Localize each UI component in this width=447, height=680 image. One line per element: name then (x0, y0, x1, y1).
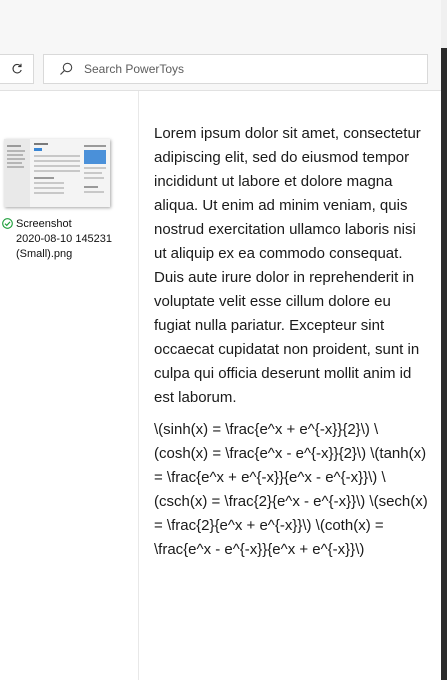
file-thumbnail[interactable] (4, 139, 110, 207)
file-name-line: (Small).png (16, 248, 73, 260)
preview-math-paragraph: \(sinh(x) = \frac{e^x + e^{-x}}{2}\) \(c… (154, 421, 428, 558)
background-window-edge (441, 0, 447, 680)
file-list-pane: Screenshot 2020-08-10 145231 (Small).png (0, 91, 139, 680)
refresh-button[interactable] (0, 54, 34, 84)
file-name-line: 2020-08-10 145231 (16, 233, 113, 245)
file-name: Screenshot 2020-08-10 145231 (Small).png (16, 217, 112, 262)
file-name-line: Screenshot (16, 218, 72, 230)
search-box[interactable] (43, 54, 428, 84)
markdown-preview: Lorem ipsum dolor sit amet, consectetur … (154, 122, 430, 570)
ribbon-area (0, 0, 441, 48)
file-item[interactable]: Screenshot 2020-08-10 145231 (Small).png (2, 217, 136, 262)
refresh-icon (12, 63, 22, 74)
search-icon (58, 61, 74, 77)
explorer-window: Screenshot 2020-08-10 145231 (Small).png… (0, 0, 441, 680)
check-circle-icon (2, 218, 13, 229)
thumbnail-image (4, 139, 110, 207)
search-input[interactable] (84, 62, 384, 76)
address-toolbar (0, 48, 441, 91)
preview-paragraph: Lorem ipsum dolor sit amet, consectetur … (154, 125, 421, 406)
desktop-edge (441, 0, 447, 48)
